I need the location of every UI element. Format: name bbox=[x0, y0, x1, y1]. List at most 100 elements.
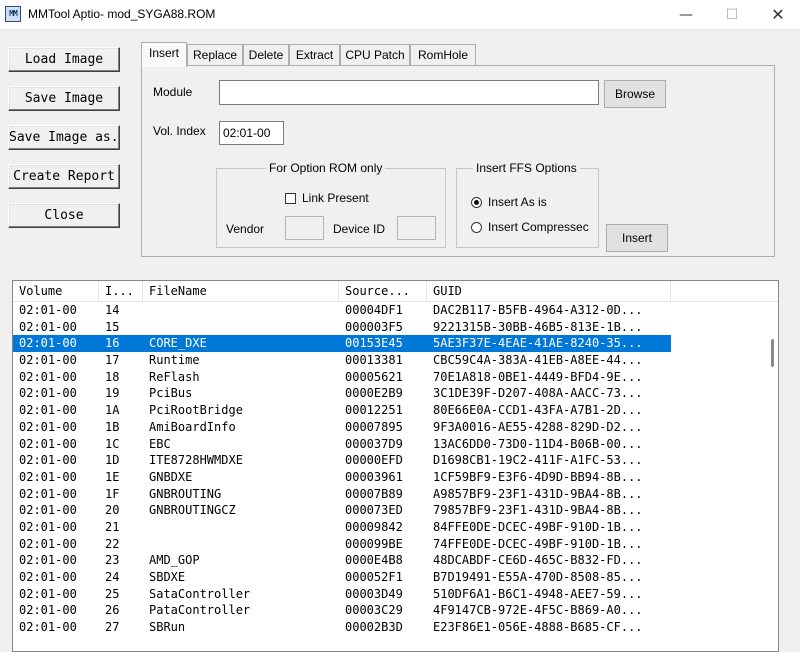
minimize-button[interactable]: — bbox=[663, 0, 709, 30]
vol-index-input[interactable]: 02:01-00 bbox=[219, 121, 284, 145]
save-image-as-button[interactable]: Save Image as.. bbox=[8, 125, 120, 150]
insert-as-is-label: Insert As is bbox=[488, 195, 547, 209]
filename-cell: PciRootBridge bbox=[149, 403, 243, 418]
close-image-button[interactable]: Close bbox=[8, 203, 120, 228]
filename-cell bbox=[143, 302, 341, 319]
filename-cell bbox=[143, 319, 341, 336]
table-row[interactable]: 02:01-00 1A PciRootBridge 00012251 80E66E0A-… bbox=[13, 402, 758, 419]
table-row[interactable]: 02:01-00 17 Runtime 00013381 CBC59C4A-383A-4… bbox=[13, 352, 758, 369]
create-report-button[interactable]: Create Report bbox=[8, 164, 120, 189]
list-scrollbar[interactable] bbox=[768, 303, 778, 651]
guid-cell: A9857BF9-23F1-431D-9BA4-8B... bbox=[433, 486, 643, 501]
guid-cell: 5AE3F37E-4EAE-41AE-8240-35... bbox=[433, 336, 643, 351]
column-header-source[interactable]: Source... bbox=[339, 281, 427, 302]
index-cell: 14 bbox=[105, 303, 120, 317]
source-cell: 0000E4B8 bbox=[345, 553, 403, 568]
guid-cell: 9221315B-30BB-46B5-813E-1B... bbox=[433, 319, 643, 334]
source-cell: 00009842 bbox=[345, 519, 403, 534]
save-image-button[interactable]: Save Image bbox=[8, 86, 120, 111]
column-header-filename[interactable]: FileName bbox=[143, 281, 339, 302]
column-header-index[interactable]: I... bbox=[99, 281, 143, 302]
table-row[interactable]: 02:01-00 22 000099BE 74FFE0DE-DCEC-49BF-910… bbox=[13, 536, 758, 553]
guid-cell: 80E66E0A-CCD1-43FA-A7B1-2D... bbox=[433, 403, 643, 418]
filename-cell bbox=[143, 536, 341, 553]
index-cell: 16 bbox=[105, 336, 120, 351]
source-cell: 00007B89 bbox=[345, 486, 403, 501]
table-row[interactable]: 02:01-00 1F GNBROUTING 00007B89 A9857BF9-23F… bbox=[13, 486, 758, 503]
table-row[interactable]: 02:01-00 1E GNBDXE 00003961 1CF59BF9-E3F6-4D… bbox=[13, 469, 758, 486]
table-row[interactable]: 02:01-00 1D ITE8728HWMDXE 00000EFD D1698CB1-… bbox=[13, 452, 758, 469]
table-row[interactable]: 02:01-00 24 SBDXE 000052F1 B7D19491-E55A-470… bbox=[13, 569, 758, 586]
filename-cell: GNBROUTING bbox=[149, 486, 222, 501]
browse-button[interactable]: Browse bbox=[604, 80, 666, 108]
source-cell: 00002B3D bbox=[345, 620, 403, 635]
source-cell: 000099BE bbox=[345, 536, 403, 551]
module-path-input[interactable] bbox=[219, 80, 599, 105]
load-image-button[interactable]: Load Image bbox=[8, 47, 120, 72]
volume-cell: 02:01-00 bbox=[19, 570, 77, 584]
insert-compressed-radio[interactable] bbox=[471, 222, 482, 233]
guid-cell: CBC59C4A-383A-41EB-A8EE-44... bbox=[433, 353, 643, 368]
table-row[interactable]: 02:01-00 1C EBC 000037D9 13AC6DD0-73D0-11D4-… bbox=[13, 436, 758, 453]
table-row[interactable]: 02:01-00 16 CORE_DXE 00153E45 5AE3F37E-4EAE-… bbox=[13, 335, 758, 353]
guid-cell: 48DCABDF-CE6D-465C-B832-FD... bbox=[433, 553, 643, 568]
ffs-options-group-title: Insert FFS Options bbox=[473, 161, 580, 175]
filename-cell: CORE_DXE bbox=[149, 336, 207, 351]
table-row[interactable]: 02:01-00 21 00009842 84FFE0DE-DCEC-49BF-910… bbox=[13, 519, 758, 536]
index-cell: 15 bbox=[105, 319, 120, 334]
title-bar[interactable]: MM MMTool Aptio- mod_SYGA88.ROM — ☐ ✕ bbox=[0, 0, 800, 30]
volume-cell: 02:01-00 bbox=[19, 586, 77, 601]
table-row[interactable]: 02:01-00 20 GNBROUTINGCZ 000073ED 79857BF9-2… bbox=[13, 502, 758, 519]
link-present-checkbox[interactable] bbox=[285, 193, 296, 204]
insert-compressed-label: Insert Compressec bbox=[488, 220, 589, 234]
maximize-button[interactable]: ☐ bbox=[709, 0, 755, 30]
source-cell: 00003C29 bbox=[345, 603, 403, 618]
source-cell: 00012251 bbox=[345, 403, 403, 418]
guid-cell: D1698CB1-19C2-411F-A1FC-53... bbox=[433, 453, 643, 468]
filename-cell: PataController bbox=[149, 603, 251, 618]
scrollbar-thumb[interactable] bbox=[771, 339, 774, 367]
filename-cell: AMD_GOP bbox=[149, 553, 200, 568]
column-header-volume[interactable]: Volume bbox=[13, 281, 99, 302]
index-cell: 20 bbox=[105, 503, 120, 518]
vendor-label: Vendor bbox=[226, 222, 265, 236]
volume-cell: 02:01-00 bbox=[19, 536, 77, 551]
volume-cell: 02:01-00 bbox=[19, 486, 77, 501]
column-header-guid[interactable]: GUID bbox=[427, 281, 671, 302]
tab-insert[interactable]: Insert bbox=[141, 42, 187, 67]
vendor-input[interactable] bbox=[285, 216, 324, 240]
close-window-button[interactable]: ✕ bbox=[755, 0, 800, 30]
table-row[interactable]: 02:01-00 23 AMD_GOP 0000E4B8 48DCABDF-CE6D-4… bbox=[13, 552, 758, 569]
volume-cell: 02:01-00 bbox=[19, 519, 77, 534]
tab-replace[interactable]: Replace bbox=[187, 44, 243, 66]
tab-romhole[interactable]: RomHole bbox=[410, 44, 476, 66]
app-icon: MM bbox=[5, 6, 21, 22]
tab-delete[interactable]: Delete bbox=[243, 44, 289, 66]
guid-cell: 9F3A0016-AE55-4288-829D-D2... bbox=[433, 419, 643, 434]
volume-cell: 02:01-00 bbox=[19, 603, 77, 618]
table-row[interactable]: 02:01-00 26 PataController 00003C29 4F9147CB… bbox=[13, 602, 758, 619]
table-row[interactable]: 02:01-00 27 SBRun 00002B3D E23F86E1-056E-488… bbox=[13, 619, 758, 636]
table-row[interactable]: 02:01-00 14 00004DF1 DAC2B117-B5FB-4964-A31… bbox=[13, 302, 758, 319]
insert-button[interactable]: Insert bbox=[606, 224, 668, 252]
filename-cell: ReFlash bbox=[149, 369, 200, 384]
index-cell: 27 bbox=[105, 620, 120, 635]
option-rom-group: For Option ROM only Link Present Vendor … bbox=[216, 161, 446, 248]
table-row[interactable]: 02:01-00 1B AmiBoardInfo 00007895 9F3A0016-A… bbox=[13, 419, 758, 436]
volume-cell: 02:01-00 bbox=[19, 319, 77, 334]
tab-cpu-patch[interactable]: CPU Patch bbox=[340, 44, 410, 66]
device-id-input[interactable] bbox=[397, 216, 436, 240]
table-row[interactable]: 02:01-00 19 PciBus 0000E2B9 3C1DE39F-D207-40… bbox=[13, 385, 758, 402]
table-row[interactable]: 02:01-00 18 ReFlash 00005621 70E1A818-0BE1-4… bbox=[13, 369, 758, 386]
index-cell: 21 bbox=[105, 519, 120, 534]
insert-as-is-radio[interactable] bbox=[471, 197, 482, 208]
table-row[interactable]: 02:01-00 15 000003F5 9221315B-30BB-46B5-813… bbox=[13, 319, 758, 336]
filename-cell: GNBDXE bbox=[149, 469, 193, 484]
vol-index-label: Vol. Index bbox=[153, 124, 206, 138]
guid-cell: B7D19491-E55A-470D-8508-85... bbox=[433, 570, 643, 584]
tab-extract[interactable]: Extract bbox=[289, 44, 340, 66]
module-list[interactable]: Volume I... FileName Source... GUID 02:0… bbox=[12, 280, 779, 652]
source-cell: 000037D9 bbox=[345, 436, 403, 451]
module-label: Module bbox=[153, 85, 193, 99]
table-row[interactable]: 02:01-00 25 SataController 00003D49 510DF6A1… bbox=[13, 586, 758, 603]
